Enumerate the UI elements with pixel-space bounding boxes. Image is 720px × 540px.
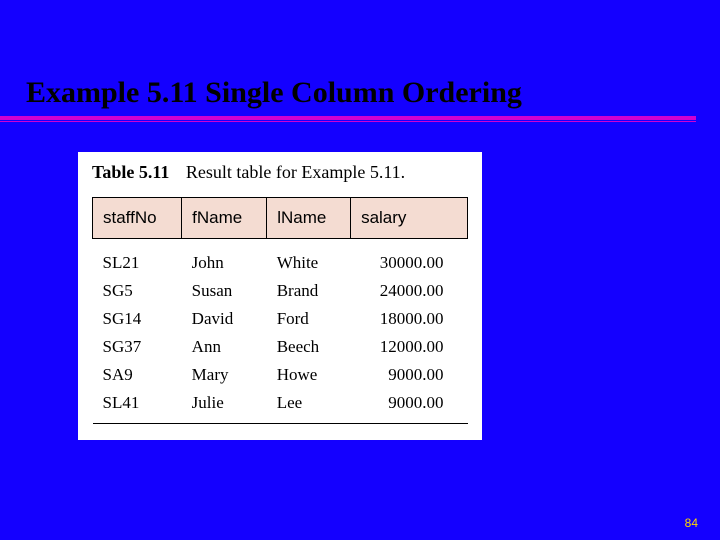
cell-staffno: SG37 [93,333,182,361]
cell-salary: 18000.00 [351,305,468,333]
table-title: Table 5.11 Result table for Example 5.11… [92,162,468,183]
cell-lname: Brand [267,277,351,305]
cell-staffno: SL21 [93,239,182,278]
heading-underline-thick [0,116,696,120]
table-row: SL21 John White 30000.00 [93,239,468,278]
result-table: staffNo fName lName salary SL21 John Whi… [92,197,468,424]
cell-salary: 9000.00 [351,361,468,389]
cell-salary: 24000.00 [351,277,468,305]
col-header-salary: salary [351,198,468,239]
table-row: SG5 Susan Brand 24000.00 [93,277,468,305]
cell-staffno: SG14 [93,305,182,333]
heading-block: Example 5.11 Single Column Ordering [0,76,720,122]
cell-salary: 12000.00 [351,333,468,361]
cell-fname: Susan [182,277,267,305]
cell-lname: Lee [267,389,351,424]
col-header-staffno: staffNo [93,198,182,239]
table-row: SG14 David Ford 18000.00 [93,305,468,333]
cell-fname: David [182,305,267,333]
cell-fname: Mary [182,361,267,389]
cell-lname: White [267,239,351,278]
heading-underline-thin [0,121,696,122]
table-row: SA9 Mary Howe 9000.00 [93,361,468,389]
cell-lname: Ford [267,305,351,333]
table-row: SG37 Ann Beech 12000.00 [93,333,468,361]
cell-staffno: SA9 [93,361,182,389]
table-row: SL41 Julie Lee 9000.00 [93,389,468,424]
cell-fname: Julie [182,389,267,424]
cell-staffno: SL41 [93,389,182,424]
cell-staffno: SG5 [93,277,182,305]
page-number: 84 [685,516,698,530]
result-table-card: Table 5.11 Result table for Example 5.11… [78,152,482,440]
col-header-fname: fName [182,198,267,239]
cell-fname: Ann [182,333,267,361]
slide-heading: Example 5.11 Single Column Ordering [0,76,720,116]
cell-lname: Beech [267,333,351,361]
cell-lname: Howe [267,361,351,389]
table-header-row: staffNo fName lName salary [93,198,468,239]
cell-fname: John [182,239,267,278]
col-header-lname: lName [267,198,351,239]
cell-salary: 30000.00 [351,239,468,278]
cell-salary: 9000.00 [351,389,468,424]
table-label: Table 5.11 [92,162,169,182]
table-description: Result table for Example 5.11. [186,162,405,182]
